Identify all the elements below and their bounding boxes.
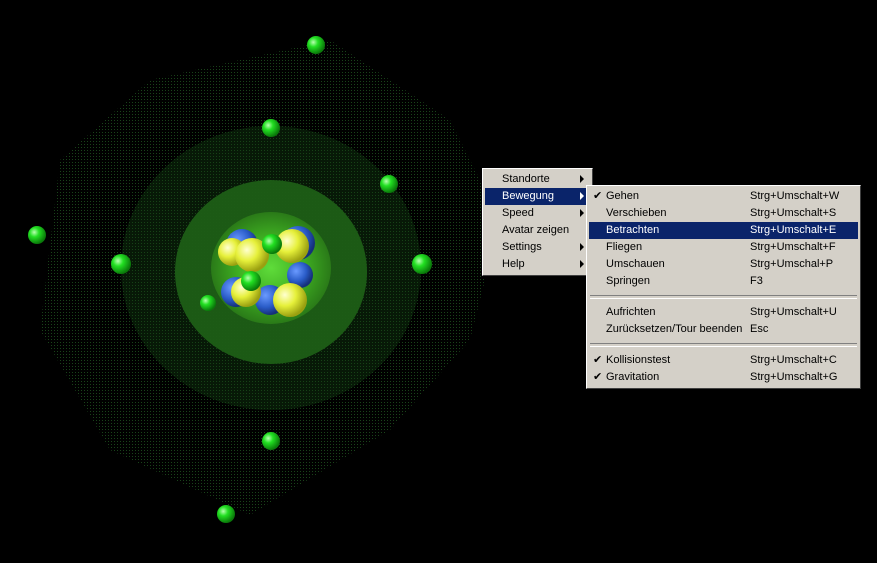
menu-item-label: Speed [502, 207, 534, 219]
electron [200, 295, 216, 311]
menu-item-help[interactable]: Help [485, 256, 590, 273]
submenu-item-gravitation[interactable]: ✔ Gravitation Strg+Umschalt+G [589, 369, 858, 386]
electron [217, 505, 235, 523]
check-icon: ✔ [593, 190, 603, 202]
shortcut-label: Strg+Umschalt+G [750, 371, 838, 383]
shortcut-label: F3 [750, 275, 763, 287]
electron [111, 254, 131, 274]
submenu-arrow-icon [580, 260, 584, 268]
shortcut-label: Strg+Umschalt+C [750, 354, 837, 366]
submenu-item-kollisionstest[interactable]: ✔ Kollisionstest Strg+Umschalt+C [589, 352, 858, 369]
electron [28, 226, 46, 244]
shortcut-label: Strg+Umschalt+F [750, 241, 836, 253]
submenu-arrow-icon [580, 175, 584, 183]
submenu-item-label: Umschauen [606, 258, 665, 270]
menu-item-standorte[interactable]: Standorte [485, 171, 590, 188]
menu-item-bewegung[interactable]: Bewegung [485, 188, 590, 205]
menu-item-label: Standorte [502, 173, 550, 185]
shortcut-label: Strg+Umschalt+U [750, 306, 837, 318]
electron [307, 36, 325, 54]
submenu-item-springen[interactable]: Springen F3 [589, 273, 858, 290]
menu-separator [590, 295, 857, 299]
submenu-item-label: Gravitation [606, 371, 660, 383]
submenu-item-label: Verschieben [606, 207, 667, 219]
submenu-arrow-icon [580, 209, 584, 217]
proton [273, 283, 307, 317]
electron [262, 234, 282, 254]
menu-item-label: Settings [502, 241, 542, 253]
menu-separator [590, 343, 857, 347]
bewegung-submenu: ✔ Gehen Strg+Umschalt+W Verschieben Strg+Ums… [586, 185, 861, 389]
submenu-item-fliegen[interactable]: Fliegen Strg+Umschalt+F [589, 239, 858, 256]
shortcut-label: Strg+Umschal+P [750, 258, 834, 270]
electron [241, 271, 261, 291]
submenu-item-label: Zurücksetzen/Tour beenden [606, 323, 743, 335]
menu-item-label: Help [502, 258, 525, 270]
menu-item-label: Avatar zeigen [502, 224, 570, 236]
submenu-item-label: Betrachten [606, 224, 660, 236]
context-menu: Standorte Bewegung Speed Avatar zeigen Setti… [482, 168, 593, 276]
submenu-item-label: Gehen [606, 190, 640, 202]
submenu-item-label: Aufrichten [606, 306, 656, 318]
shortcut-label: Esc [750, 323, 769, 335]
submenu-item-label: Kollisionstest [606, 354, 671, 366]
submenu-item-label: Fliegen [606, 241, 643, 253]
menu-item-label: Bewegung [502, 190, 554, 202]
submenu-item-betrachten[interactable]: Betrachten Strg+Umschalt+E [589, 222, 858, 239]
shortcut-label: Strg+Umschalt+S [750, 207, 837, 219]
check-icon: ✔ [593, 354, 603, 366]
electron [412, 254, 432, 274]
menu-item-settings[interactable]: Settings [485, 239, 590, 256]
submenu-item-gehen[interactable]: ✔ Gehen Strg+Umschalt+W [589, 188, 858, 205]
submenu-arrow-icon [580, 192, 584, 200]
electron [380, 175, 398, 193]
electron [262, 432, 280, 450]
submenu-item-label: Springen [606, 275, 651, 287]
menu-item-speed[interactable]: Speed [485, 205, 590, 222]
submenu-item-umschauen[interactable]: Umschauen Strg+Umschal+P [589, 256, 858, 273]
submenu-item-verschieben[interactable]: Verschieben Strg+Umschalt+S [589, 205, 858, 222]
submenu-item-aufrichten[interactable]: Aufrichten Strg+Umschalt+U [589, 304, 858, 321]
menu-item-avatar-zeigen[interactable]: Avatar zeigen [485, 222, 590, 239]
submenu-item-zur-cksetzen-tour-beenden[interactable]: Zurücksetzen/Tour beenden Esc [589, 321, 858, 338]
check-icon: ✔ [593, 371, 603, 383]
shortcut-label: Strg+Umschalt+E [750, 224, 837, 236]
submenu-arrow-icon [580, 243, 584, 251]
shortcut-label: Strg+Umschalt+W [750, 190, 840, 202]
electron [262, 119, 280, 137]
